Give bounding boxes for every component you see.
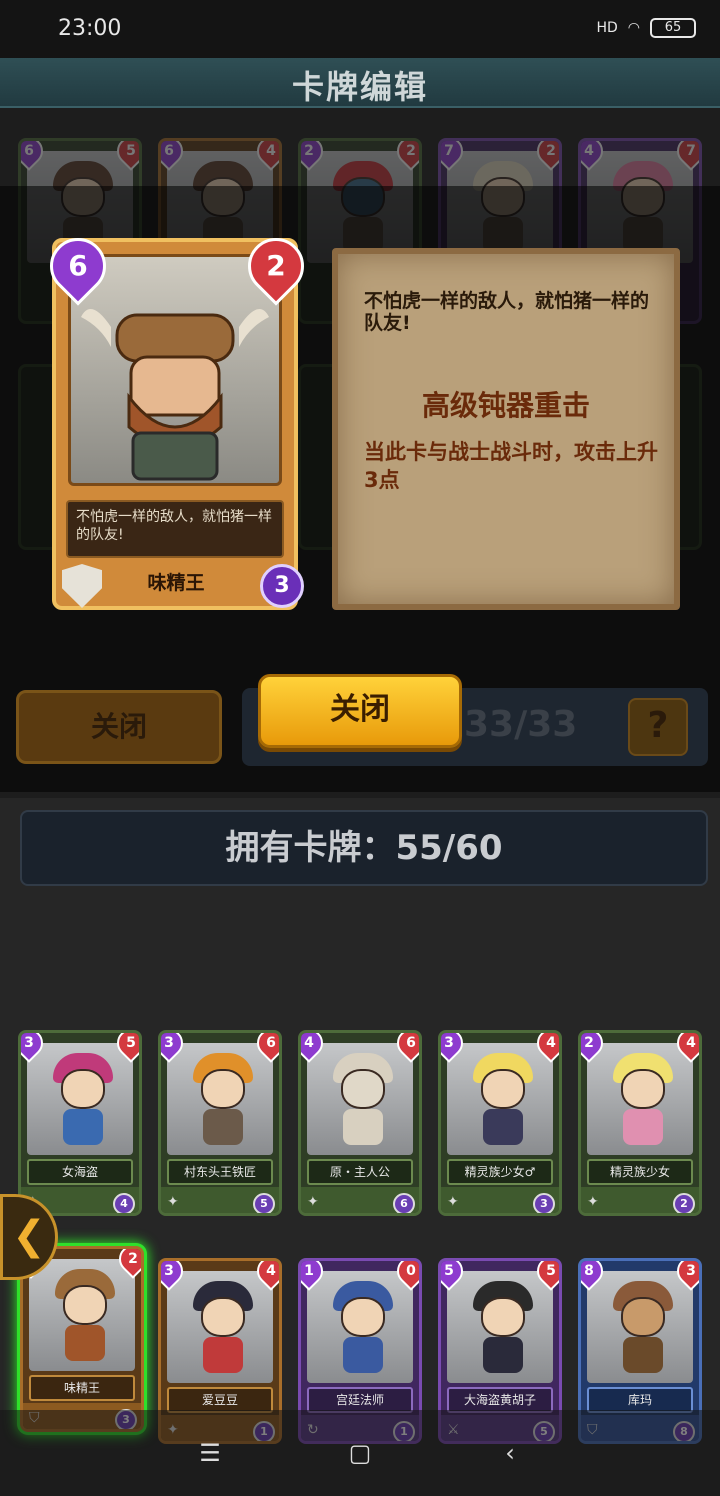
title-bar: 卡牌编辑	[0, 58, 720, 108]
card-quote: 不怕虎一样的敌人，就怕猪一样的队友!	[66, 500, 284, 558]
card-art	[167, 1043, 273, 1155]
card-name: 原・主人公	[307, 1159, 413, 1185]
status-icons: HD ◠ 65	[596, 18, 696, 38]
close-button[interactable]: 关闭	[258, 674, 462, 748]
back-icon[interactable]: ‹	[490, 1438, 530, 1468]
card-art	[29, 1259, 135, 1371]
card-name: 女海盗	[27, 1159, 133, 1185]
shuriken-icon: ✦	[587, 1194, 599, 1210]
card-level-badge: 2	[673, 1193, 695, 1213]
card-art	[167, 1271, 273, 1383]
shuriken-icon: ✦	[167, 1194, 179, 1210]
card-level-badge: 6	[393, 1193, 415, 1213]
parchment-quote: 不怕虎一样的敌人，就怕猪一样的队友!	[364, 290, 650, 334]
owned-card[interactable]: 原・主人公 ✦ 6 4 6	[298, 1030, 422, 1216]
help-button[interactable]: ?	[628, 698, 688, 756]
battery-icon: 65	[650, 18, 696, 38]
wifi-icon: ◠	[627, 20, 640, 36]
status-bar: 23:00 HD ◠ 65	[0, 0, 720, 58]
card-name: 味精王	[29, 1375, 135, 1401]
card-art	[307, 1043, 413, 1155]
clock: 23:00	[58, 16, 122, 41]
card-level-badge: 3	[533, 1193, 555, 1213]
system-nav-bar: ☰ ▢ ‹	[0, 1410, 720, 1496]
card-level-badge: 5	[253, 1193, 275, 1213]
chevron-left-icon: ❮	[12, 1213, 46, 1259]
page-title: 卡牌编辑	[291, 68, 428, 106]
owned-count-bar: 拥有卡牌：55/60	[20, 810, 708, 886]
card-art	[447, 1271, 553, 1383]
deck-count: 33/33	[464, 704, 578, 745]
owned-card[interactable]: 精灵族少女♂ ✦ 3 3 4	[438, 1030, 562, 1216]
shuriken-icon: ✦	[307, 1194, 319, 1210]
card-name: 村东头王铁匠	[167, 1159, 273, 1185]
skill-parchment: 不怕虎一样的敌人，就怕猪一样的队友! 高级钝器重击 当此卡与战士战斗时，攻击上升…	[332, 248, 680, 610]
card-detail: 6 2 不怕虎一样的敌人，就怕猪一样的队友! 味精王 3	[38, 226, 316, 610]
shuriken-icon: ✦	[447, 1194, 459, 1210]
card-level-badge: 4	[113, 1193, 135, 1213]
card-art	[307, 1271, 413, 1383]
card-art	[27, 1043, 133, 1155]
menu-icon[interactable]: ☰	[190, 1438, 230, 1468]
skill-name: 高级钝器重击	[421, 389, 590, 422]
shield-icon	[62, 564, 102, 608]
home-icon[interactable]: ▢	[340, 1438, 380, 1468]
card-art	[587, 1043, 693, 1155]
owned-card[interactable]: 精灵族少女 ✦ 2 2 4	[578, 1030, 702, 1216]
skill-description: 当此卡与战士战斗时，攻击上升3点	[364, 440, 658, 492]
card-art	[587, 1271, 693, 1383]
owned-card[interactable]: 村东头王铁匠 ✦ 5 3 6	[158, 1030, 282, 1216]
card-name: 味精王	[147, 572, 205, 594]
card-name: 精灵族少女	[587, 1159, 693, 1185]
card-art	[447, 1043, 553, 1155]
owned-card-selected[interactable]: 味精王 ⛉ 3 6 2	[20, 1246, 144, 1432]
signal-icon: HD	[596, 20, 618, 36]
owned-card[interactable]: 女海盗 ✦ 4 3 5	[18, 1030, 142, 1216]
card-level-badge: 3	[260, 564, 304, 608]
card-name: 精灵族少女♂	[447, 1159, 553, 1185]
close-button-background: 关闭	[16, 690, 222, 764]
